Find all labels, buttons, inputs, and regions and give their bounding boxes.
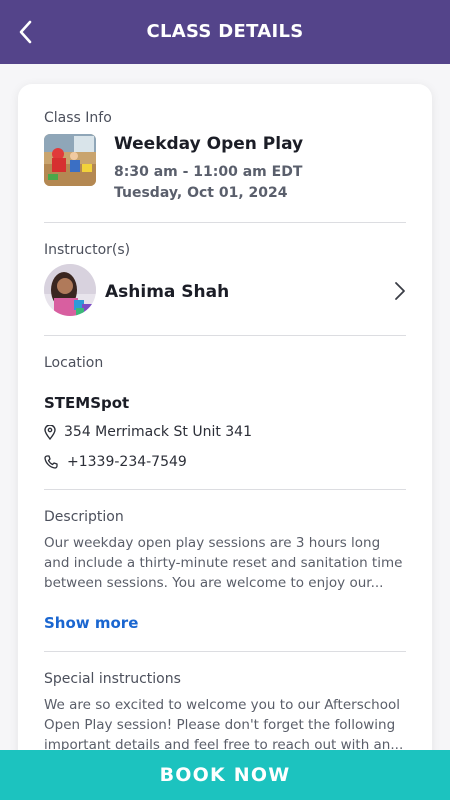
app-header: CLASS DETAILS bbox=[0, 0, 450, 64]
class-date: Tuesday, Oct 01, 2024 bbox=[114, 185, 288, 201]
description-line: between sessions. You are welcome to enj… bbox=[44, 575, 384, 591]
location-pin-icon bbox=[44, 424, 58, 440]
instructor-avatar bbox=[44, 264, 96, 316]
divider bbox=[44, 222, 406, 223]
divider bbox=[44, 651, 406, 652]
phone-icon bbox=[44, 455, 58, 469]
chevron-right-icon bbox=[394, 281, 406, 305]
description-line: Our weekday open play sessions are 3 hou… bbox=[44, 535, 381, 551]
address-row: 354 Merrimack St Unit 341 bbox=[44, 422, 252, 442]
instructor-label: Instructor(s) bbox=[44, 242, 131, 258]
location-label: Location bbox=[44, 355, 104, 371]
phone-row[interactable]: +1339-234-7549 bbox=[44, 452, 187, 472]
instructor-name: Ashima Shah bbox=[105, 282, 230, 302]
divider bbox=[44, 489, 406, 490]
special-instructions-label: Special instructions bbox=[44, 671, 181, 687]
book-now-button[interactable]: BOOK NOW bbox=[0, 750, 450, 800]
class-thumbnail bbox=[44, 134, 96, 186]
description-text: Our weekday open play sessions are 3 hou… bbox=[44, 533, 406, 593]
class-details-card: Class Info Weekday Open Play 8:30 am - 1… bbox=[18, 84, 432, 800]
special-instructions-text: We are so excited to welcome you to our … bbox=[44, 695, 406, 755]
location-phone: +1339-234-7549 bbox=[67, 454, 187, 470]
show-more-link[interactable]: Show more bbox=[44, 614, 138, 632]
location-address: 354 Merrimack St Unit 341 bbox=[64, 424, 252, 440]
location-name: STEMSpot bbox=[44, 394, 130, 412]
special-instructions-line: We are so excited to welcome you to our … bbox=[44, 697, 400, 713]
description-line: and include a thirty-minute reset and sa… bbox=[44, 555, 403, 571]
instructor-row[interactable]: Ashima Shah bbox=[44, 264, 406, 318]
class-name: Weekday Open Play bbox=[114, 134, 304, 154]
class-time: 8:30 am - 11:00 am EDT bbox=[114, 164, 303, 180]
class-info-label: Class Info bbox=[44, 110, 112, 126]
special-instructions-line: Open Play session! Please don't forget t… bbox=[44, 717, 396, 733]
description-label: Description bbox=[44, 509, 124, 525]
divider bbox=[44, 335, 406, 336]
page-title: CLASS DETAILS bbox=[146, 21, 304, 42]
